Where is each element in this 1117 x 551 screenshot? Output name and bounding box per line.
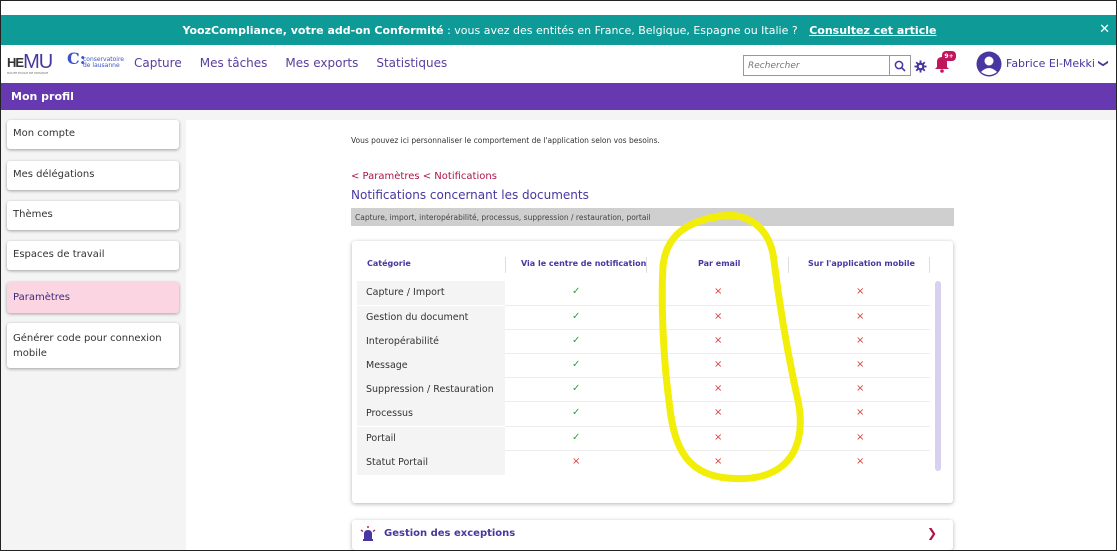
sidebar-item-parametres[interactable]: Paramètres	[7, 282, 179, 313]
search-button[interactable]	[889, 56, 910, 75]
sidebar-item-generer-code[interactable]: Générer code pour connexion mobile	[7, 323, 179, 368]
sidebar-item-mes-delegations[interactable]: Mes délégations	[7, 161, 179, 190]
cross-icon[interactable]: ×	[714, 311, 722, 322]
page-title: Mon profil	[11, 90, 74, 103]
column-divider	[788, 257, 789, 273]
cross-icon[interactable]: ×	[714, 286, 722, 297]
nav-capture[interactable]: Capture	[134, 56, 182, 70]
column-header-email: Par email	[698, 259, 741, 268]
sidebar-item-espaces-de-travail[interactable]: Espaces de travail	[7, 241, 179, 270]
exceptions-label: Gestion des exceptions	[384, 528, 516, 539]
close-icon[interactable]: ✕	[1099, 22, 1110, 37]
row-category: Capture / Import	[357, 281, 505, 305]
row-category: Suppression / Restauration	[357, 378, 505, 402]
cross-icon[interactable]: ×	[856, 407, 864, 418]
row-category: Processus	[357, 402, 505, 426]
row-divider	[505, 401, 930, 402]
cross-icon[interactable]: ×	[714, 359, 722, 370]
row-category: Message	[357, 354, 505, 378]
check-icon[interactable]: ✓	[572, 407, 580, 418]
check-icon[interactable]: ✓	[572, 335, 580, 346]
check-icon[interactable]: ✓	[572, 286, 580, 297]
column-divider	[646, 257, 647, 273]
alarm-icon	[360, 526, 376, 541]
row-category: Gestion du document	[357, 306, 505, 330]
cross-icon[interactable]: ×	[856, 383, 864, 394]
conservatoire-logo[interactable]: C: conservatoire de lausanne	[67, 49, 124, 69]
chevron-down-icon[interactable]: ❯	[1098, 59, 1109, 67]
row-divider	[505, 377, 930, 378]
check-icon[interactable]: ✓	[572, 359, 580, 370]
cross-icon[interactable]: ×	[856, 432, 864, 443]
cross-icon[interactable]: ×	[856, 456, 864, 467]
banner-link[interactable]: Consultez cet article	[809, 24, 936, 37]
cross-icon[interactable]: ×	[856, 335, 864, 346]
nav-statistiques[interactable]: Statistiques	[376, 56, 447, 70]
user-name[interactable]: Fabrice El-Mekki	[1006, 57, 1095, 70]
sidebar-item-label: Paramètres	[13, 292, 71, 303]
cross-icon[interactable]: ×	[856, 311, 864, 322]
nav-mes-taches[interactable]: Mes tâches	[200, 56, 268, 70]
sidebar-item-label: Mes délégations	[13, 169, 95, 180]
row-divider	[505, 450, 930, 451]
chevron-right-icon[interactable]: ❯	[927, 526, 937, 540]
sidebar-item-label: Thèmes	[13, 209, 53, 220]
logo-subtitle: HAUTE ÉCOLE DE MUSIQUE	[7, 71, 49, 75]
announcement-banner: YoozCompliance, votre add-on Conformité …	[1, 15, 1116, 45]
gear-icon[interactable]	[914, 58, 927, 77]
logo-he: HE	[7, 55, 24, 70]
column-divider	[505, 257, 506, 273]
table-scrollbar[interactable]	[935, 281, 941, 471]
row-category: Interopérabilité	[357, 330, 505, 354]
search-input[interactable]	[744, 56, 889, 75]
main-nav: Capture Mes tâches Mes exports Statistiq…	[134, 56, 465, 70]
cross-icon[interactable]: ×	[714, 383, 722, 394]
sidebar-item-label: Espaces de travail	[13, 249, 105, 260]
search-icon	[894, 60, 906, 72]
row-divider	[505, 305, 930, 306]
column-header-mobile: Sur l'application mobile	[808, 259, 915, 268]
search-box	[743, 55, 911, 76]
banner-text: : vous avez des entités en France, Belgi…	[443, 23, 802, 37]
row-category: Portail	[357, 427, 505, 451]
intro-text: Vous pouvez ici personnaliser le comport…	[351, 136, 660, 145]
sidebar-item-label: Générer code pour connexion mobile	[13, 333, 162, 359]
section-subtitle: Capture, import, interopérabilité, proce…	[351, 208, 954, 226]
column-header-categorie: Catégorie	[367, 259, 411, 268]
section-heading: Notifications concernant les documents	[351, 188, 589, 202]
avatar-icon[interactable]	[976, 51, 1002, 81]
row-divider	[505, 329, 930, 330]
row-category: Statut Portail	[357, 451, 505, 475]
app-window: YoozCompliance, votre add-on Conformité …	[0, 0, 1117, 551]
cross-icon[interactable]: ×	[856, 359, 864, 370]
banner-brand: YoozCompliance, votre add-on Conformité	[182, 23, 444, 37]
column-divider	[929, 257, 930, 273]
cross-icon[interactable]: ×	[714, 432, 722, 443]
exceptions-accordion[interactable]: Gestion des exceptions ❯	[352, 520, 953, 550]
cross-icon[interactable]: ×	[856, 286, 864, 297]
check-icon[interactable]: ✓	[572, 432, 580, 443]
row-divider	[505, 353, 930, 354]
sidebar-item-label: Mon compte	[13, 128, 76, 139]
notification-badge: 9+	[942, 51, 956, 61]
check-icon[interactable]: ✓	[572, 311, 580, 322]
page-title-bar: Mon profil	[1, 83, 1116, 110]
nav-mes-exports[interactable]: Mes exports	[285, 56, 358, 70]
breadcrumb[interactable]: < Paramètres < Notifications	[351, 171, 497, 182]
top-navigation: HE MU HAUTE ÉCOLE DE MUSIQUE C: conserva…	[1, 45, 1116, 83]
sidebar-item-mon-compte[interactable]: Mon compte	[7, 120, 179, 149]
cross-icon[interactable]: ×	[714, 456, 722, 467]
hemu-logo[interactable]: HE MU HAUTE ÉCOLE DE MUSIQUE	[7, 51, 53, 77]
logo2-text: conservatoire de lausanne	[83, 56, 125, 69]
cross-icon[interactable]: ×	[714, 407, 722, 418]
cross-icon[interactable]: ×	[714, 335, 722, 346]
row-divider	[505, 426, 930, 427]
sidebar-item-themes[interactable]: Thèmes	[7, 201, 179, 230]
column-header-centre: Via le centre de notification	[521, 259, 647, 268]
cross-icon[interactable]: ×	[572, 456, 580, 467]
check-icon[interactable]: ✓	[572, 383, 580, 394]
